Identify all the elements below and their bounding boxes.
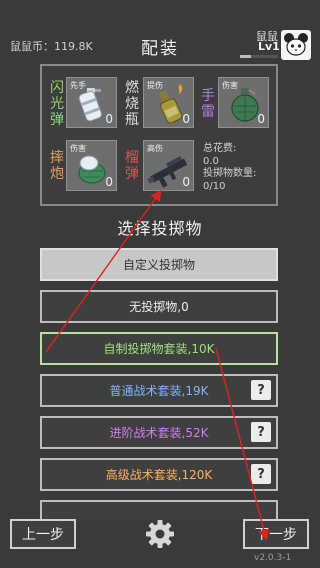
annotation-arrow-down	[215, 347, 270, 541]
annotation-arrow-up	[45, 189, 162, 353]
annotation-arrows	[45, 189, 270, 541]
